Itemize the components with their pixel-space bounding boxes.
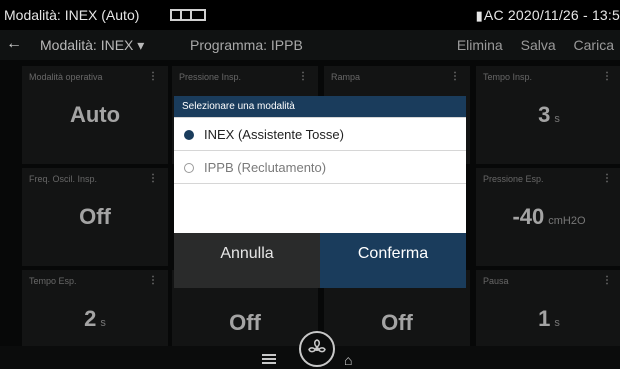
mode-select-dialog: Selezionare una modalità INEX (Assistent… bbox=[174, 96, 466, 289]
option-label: INEX (Assistente Tosse) bbox=[204, 127, 344, 142]
radio-selected-icon[interactable] bbox=[184, 130, 194, 140]
window-mode-title: Modalità: INEX (Auto) bbox=[4, 7, 140, 23]
mode-selector-label: Modalità: INEX bbox=[40, 37, 134, 53]
arrow-left-icon[interactable]: ← bbox=[6, 35, 22, 53]
bottom-nav: ⌂ bbox=[0, 331, 620, 369]
datetime: 2020/11/26 - 13:5 bbox=[507, 7, 620, 23]
save-button[interactable]: Salva bbox=[521, 37, 556, 53]
home-icon[interactable]: ⌂ bbox=[344, 352, 352, 368]
delete-button[interactable]: Elimina bbox=[457, 37, 503, 53]
option-ippb[interactable]: IPPB (Reclutamento) bbox=[174, 150, 466, 183]
toolbar-actions: Elimina Salva Carica bbox=[443, 37, 614, 53]
dialog-buttons: Annulla Conferma bbox=[174, 233, 466, 288]
menu-icon[interactable] bbox=[262, 354, 276, 364]
fan-icon[interactable] bbox=[299, 331, 335, 367]
battery-icon bbox=[170, 9, 206, 21]
confirm-button[interactable]: Conferma bbox=[320, 233, 466, 288]
status-right: ▮AC 2020/11/26 - 13:5 bbox=[476, 7, 620, 24]
load-button[interactable]: Carica bbox=[574, 37, 614, 53]
option-label: IPPB (Reclutamento) bbox=[204, 160, 327, 175]
dialog-title: Selezionare una modalità bbox=[174, 96, 466, 117]
power-source: AC bbox=[483, 7, 504, 23]
cancel-button[interactable]: Annulla bbox=[174, 233, 320, 288]
program-label[interactable]: Programma: IPPB bbox=[190, 37, 303, 53]
radio-unselected-icon[interactable] bbox=[184, 163, 194, 173]
mode-selector[interactable]: Modalità: INEX ▾ bbox=[40, 37, 144, 54]
toolbar: ← Modalità: INEX ▾ Programma: IPPB Elimi… bbox=[0, 30, 620, 60]
option-inex[interactable]: INEX (Assistente Tosse) bbox=[174, 117, 466, 150]
dialog-body-blank bbox=[174, 183, 466, 233]
chevron-down-icon: ▾ bbox=[137, 37, 145, 53]
plug-icon: ▮ bbox=[475, 8, 483, 23]
status-bar: Modalità: INEX (Auto) ▮AC 2020/11/26 - 1… bbox=[0, 0, 620, 30]
